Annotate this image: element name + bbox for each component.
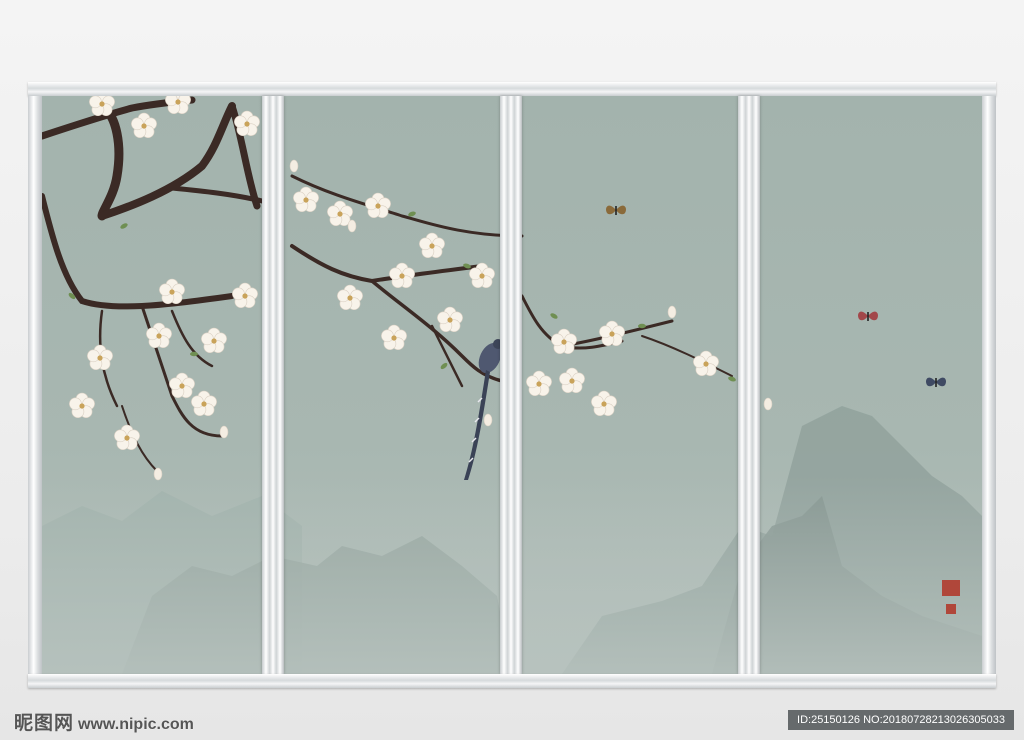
bottom-rail — [28, 674, 996, 688]
watermark-url: www.nipic.com — [78, 716, 194, 733]
right-stile — [982, 96, 996, 674]
left-stile — [28, 96, 42, 674]
panel-divider-1 — [262, 96, 284, 674]
sliding-door-frame — [28, 82, 996, 688]
nipic-watermark: 昵图网 www.nipic.com — [14, 708, 194, 735]
top-rail — [28, 82, 996, 96]
image-id-badge: ID:25150126 NO:20180728213026305033 — [788, 710, 1014, 730]
panel-divider-3 — [738, 96, 760, 674]
panel-divider-2 — [500, 96, 522, 674]
watermark-logo-text: 昵图网 — [14, 713, 75, 734]
